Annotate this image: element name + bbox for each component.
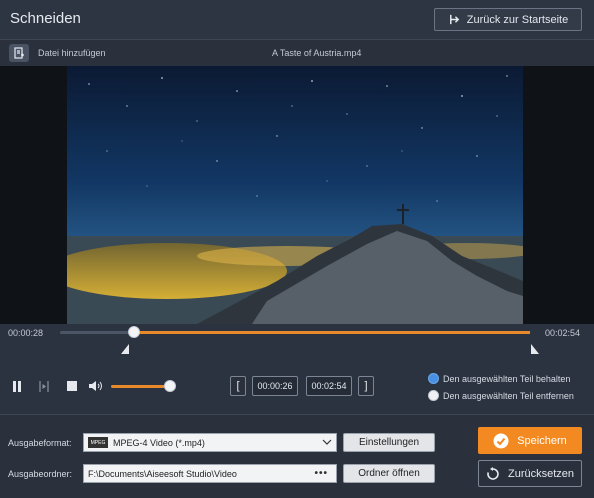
add-file-link[interactable]: Datei hinzufügen (38, 48, 106, 58)
end-time-label: 00:02:54 (545, 328, 581, 338)
keep-selection-radio[interactable] (428, 373, 439, 384)
reset-icon (487, 466, 499, 480)
add-file-icon[interactable] (9, 44, 29, 62)
mpeg-format-icon: MPEG (88, 437, 108, 448)
pause-icon (13, 380, 21, 392)
page-title: Schneiden (10, 10, 81, 27)
output-format-label: Ausgabeformat: (8, 438, 72, 448)
stop-icon (67, 381, 77, 391)
chevron-down-icon (322, 439, 332, 445)
output-folder-input[interactable]: F:\Documents\Aiseesoft Studio\Video ••• (83, 464, 337, 483)
settings-button[interactable]: Einstellungen (343, 433, 435, 452)
save-button-label: Speichern (517, 434, 567, 447)
reset-button[interactable]: Zurücksetzen (478, 460, 582, 487)
remove-selection-radio[interactable] (428, 390, 439, 401)
end-time-field[interactable]: 00:02:54 (306, 376, 352, 396)
back-to-home-button[interactable]: Zurück zur Startseite (434, 8, 582, 31)
file-name: A Taste of Austria.mp4 (272, 48, 362, 58)
keep-selection-label[interactable]: Den ausgewählten Teil behalten (443, 374, 570, 384)
browse-folder-icon[interactable]: ••• (314, 468, 328, 479)
volume-knob[interactable] (164, 380, 176, 392)
remove-selection-label[interactable]: Den ausgewählten Teil entfernen (443, 391, 574, 401)
output-format-select[interactable]: MPEG MPEG-4 Video (*.mp4) (83, 433, 337, 452)
output-folder-label: Ausgabeordner: (8, 469, 73, 479)
step-frame-button[interactable] (36, 378, 52, 394)
output-format-value: MPEG-4 Video (*.mp4) (113, 437, 205, 448)
set-end-button[interactable]: ] (358, 376, 374, 396)
video-preview[interactable] (67, 66, 523, 324)
current-time-label: 00:00:28 (8, 328, 44, 338)
stop-button[interactable] (64, 378, 80, 394)
pause-button[interactable] (9, 378, 25, 394)
selection-end-marker[interactable] (531, 344, 539, 354)
timeline-selection (134, 331, 530, 334)
checkmark-icon (493, 433, 509, 448)
step-frame-icon (39, 380, 49, 392)
set-start-button[interactable]: [ (230, 376, 246, 396)
save-button[interactable]: Speichern (478, 427, 582, 454)
volume-icon[interactable] (87, 378, 105, 394)
start-time-field[interactable]: 00:00:26 (252, 376, 298, 396)
timeline-playhead[interactable] (128, 326, 140, 338)
output-folder-value: F:\Documents\Aiseesoft Studio\Video (88, 468, 237, 479)
selection-start-marker[interactable] (121, 344, 129, 354)
reset-button-label: Zurücksetzen (507, 467, 575, 480)
open-folder-button[interactable]: Ordner öffnen (343, 464, 435, 483)
volume-slider[interactable] (111, 385, 171, 388)
back-arrow-icon (449, 14, 460, 25)
back-to-home-label: Zurück zur Startseite (466, 13, 569, 26)
